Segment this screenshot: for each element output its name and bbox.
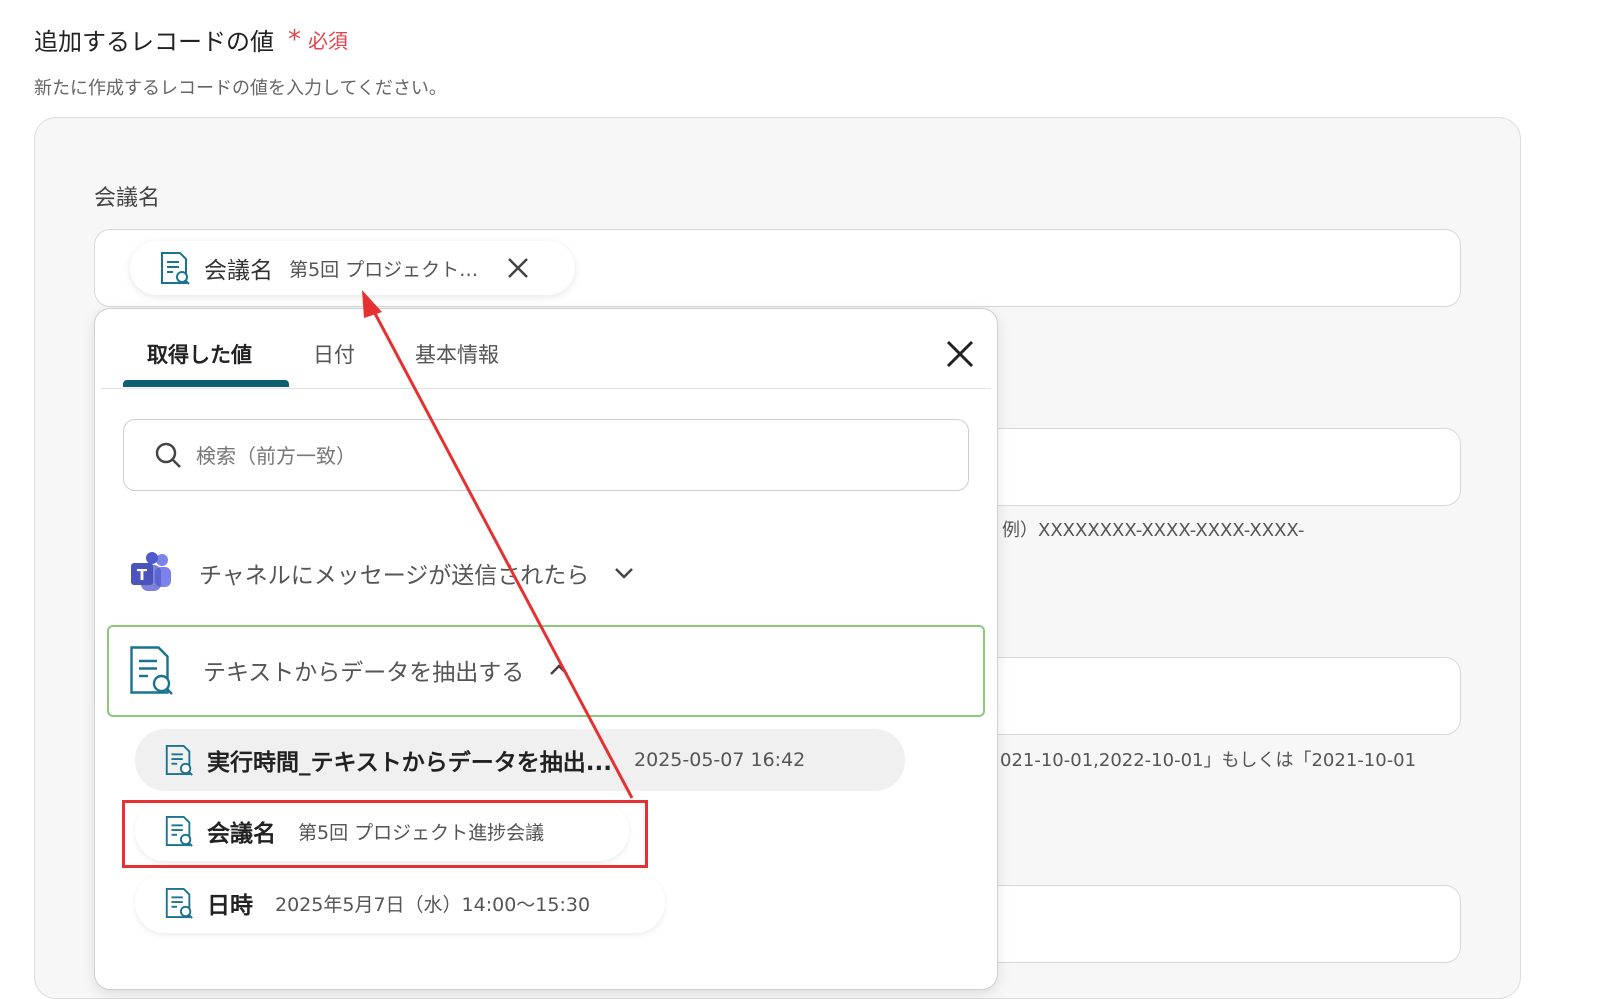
chevron-down-icon (615, 568, 634, 579)
search-icon (155, 442, 181, 468)
id-input[interactable] (960, 428, 1461, 506)
chip-key: 会議名 (204, 258, 273, 284)
chevron-up-icon (550, 664, 569, 675)
tab-basic-info[interactable]: 基本情報 (415, 339, 499, 369)
list-item-datetime[interactable]: 日時 2025年5月7日（水）14:00〜15:30 (135, 873, 665, 933)
value-picker-dropdown: 取得した値 日付 基本情報 T チャネルにメッセージが送信されたら (94, 308, 998, 990)
datetime-input[interactable] (960, 885, 1461, 963)
item-key: 実行時間_テキストからデータを抽出... (207, 750, 613, 776)
group-label: テキストからデータを抽出する (203, 660, 525, 686)
required-star: * (288, 25, 301, 55)
item-key: 日時 (207, 893, 253, 919)
id-hint: 例）XXXXXXXX-XXXX-XXXX-XXXX- (1002, 520, 1305, 541)
item-value: 2025-05-07 16:42 (634, 749, 806, 771)
remove-chip-icon[interactable] (504, 254, 532, 282)
item-value: 2025年5月7日（水）14:00〜15:30 (275, 893, 591, 916)
document-search-icon (165, 744, 193, 776)
field-label-meeting-name: 会議名 (94, 186, 161, 211)
selected-value-chip[interactable]: 会議名 第5回 プロジェクト… (130, 241, 575, 295)
search-box (123, 419, 969, 491)
document-search-icon (130, 646, 173, 695)
tab-acquired-values[interactable]: 取得した値 (147, 339, 252, 369)
group-teams-message[interactable]: T チャネルにメッセージが送信されたら (129, 551, 635, 595)
group-label: チャネルにメッセージが送信されたら (199, 563, 590, 589)
group-extract-data[interactable]: テキストからデータを抽出する (125, 643, 570, 697)
date-input[interactable] (960, 657, 1461, 735)
section-title: 追加するレコードの値 (34, 28, 274, 56)
date-hint: 021-10-01,2022-10-01」もしくは「2021-10-01 (1000, 750, 1417, 771)
required-label: 必須 (308, 29, 348, 53)
chip-value: 第5回 プロジェクト… (289, 258, 479, 281)
tab-date[interactable]: 日付 (313, 339, 355, 369)
list-item-execution-time[interactable]: 実行時間_テキストからデータを抽出... 2025-05-07 16:42 (135, 729, 905, 791)
teams-icon: T (131, 552, 171, 591)
tab-bar: 取得した値 日付 基本情報 (101, 309, 991, 389)
close-icon[interactable] (943, 337, 977, 371)
active-tab-indicator (123, 380, 289, 387)
document-search-icon (165, 887, 193, 919)
section-description: 新たに作成するレコードの値を入力してください。 (34, 78, 447, 99)
annotation-highlight-box (122, 800, 648, 868)
svg-text:T: T (137, 566, 148, 584)
document-search-icon (161, 252, 190, 285)
search-input[interactable] (194, 438, 918, 474)
